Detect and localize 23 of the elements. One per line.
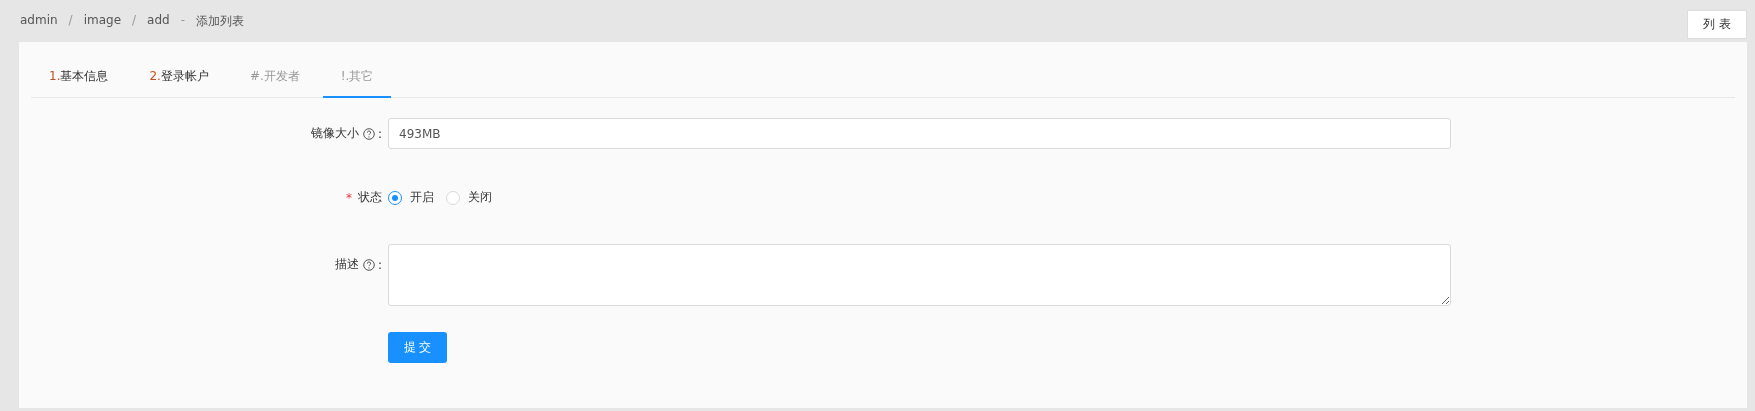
help-icon[interactable] <box>362 258 375 271</box>
tab[interactable]: 1.基本信息 <box>31 60 127 98</box>
list-button[interactable]: 列 表 <box>1687 9 1747 39</box>
breadcrumb-item[interactable]: admin <box>20 12 58 30</box>
radio-button[interactable] <box>388 190 402 205</box>
radio-label[interactable]: 开启 <box>410 189 434 206</box>
breadcrumb-separator: / <box>68 12 73 29</box>
breadcrumb-item[interactable]: add <box>147 12 170 30</box>
description-field[interactable] <box>388 244 1451 306</box>
page-title: 添加列表 <box>196 12 245 30</box>
image-size-field[interactable]: 493MB <box>388 118 1451 149</box>
field-label: 状态 <box>358 189 382 206</box>
label-colon: : <box>377 257 382 272</box>
breadcrumb-item[interactable]: image <box>83 12 122 30</box>
field-label: 描述 <box>334 256 359 273</box>
breadcrumb-separator: / <box>132 12 137 29</box>
required-mark: * <box>346 190 352 205</box>
field-label: 镜像大小 <box>310 125 359 142</box>
tab[interactable]: 2.登录帐户 <box>131 60 227 98</box>
label-colon: : <box>377 126 382 141</box>
breadcrumb-separator: - <box>180 12 186 29</box>
help-icon[interactable] <box>362 127 375 140</box>
radio-label[interactable]: 关闭 <box>468 189 492 206</box>
